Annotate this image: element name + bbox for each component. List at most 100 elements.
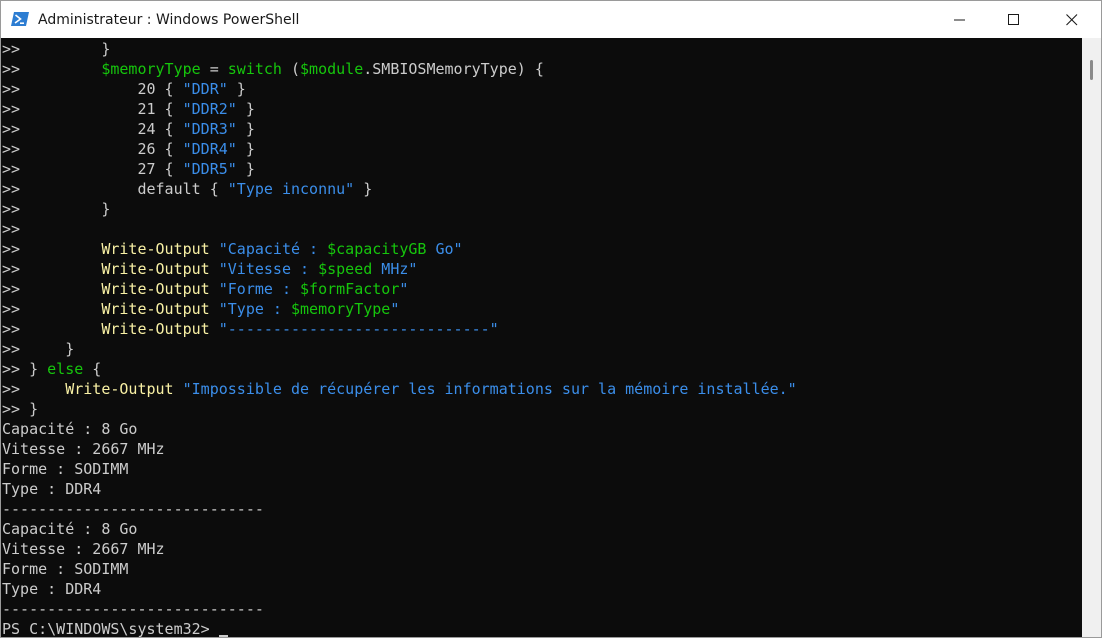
console-token: $speed [318,260,373,278]
console-token [210,260,219,278]
console-token: >> [2,240,102,258]
scrollbar-thumb[interactable] [1090,60,1093,80]
console-token: } [354,180,373,198]
maximize-button[interactable] [985,1,1043,38]
console-line: Capacité : 8 Go [2,519,137,539]
console-token: >> } [2,340,75,358]
console-token [210,280,219,298]
console-token: >> 26 { [2,140,183,158]
console-token: "Type : [218,300,291,318]
console-token: = [200,60,228,78]
console-line: Vitesse : 2667 MHz [2,439,165,459]
minimize-button[interactable] [931,1,989,38]
console-token: >> [2,320,102,338]
console-line: >> 20 { "DDR" } [2,79,246,99]
console-token: Write-Output [65,380,174,398]
console-output[interactable]: >> } >> $memoryType = switch ($module.SMB… [1,38,1082,638]
console-token [210,300,219,318]
console-token: >> } [2,360,48,378]
console-line: >> } [2,399,38,419]
console-line: >> } else { [2,359,101,379]
console-token: else [47,360,84,378]
console-token: "DDR4" [182,140,237,158]
console-line: ----------------------------- [2,599,264,619]
console-token: >> [2,60,102,78]
console-line: Vitesse : 2667 MHz [2,539,165,559]
console-line: >> } [2,199,110,219]
console-token: MHz" [372,260,418,278]
vertical-scrollbar[interactable] [1082,38,1101,637]
text-cursor [218,635,228,637]
console-token: "Impossible de récupérer les information… [182,380,797,398]
console-line: >> Write-Output "-----------------------… [2,319,499,339]
console-line: >> } [2,339,74,359]
console-token: switch [227,60,282,78]
console-token: "Vitesse : [218,260,319,278]
console-token: "DDR3" [182,120,237,138]
console-token: $capacityGB [327,240,427,258]
console-token: Vitesse : 2667 MHz [2,540,165,558]
console-token: Go" [426,240,463,258]
console-token: } [236,100,255,118]
console-token: $formFactor [300,280,400,298]
window-title: Administrateur : Windows PowerShell [38,12,300,28]
console-token: " [399,280,409,298]
console-token: $memoryType [291,300,391,318]
prompt-text: PS C:\WINDOWS\system32> [2,620,219,638]
console-token: Write-Output [101,260,210,278]
console-token: >> [2,300,102,318]
console-token [174,380,183,398]
console-token: .SMBIOSMemoryType) { [363,60,544,78]
console-token: "Type inconnu" [227,180,355,198]
console-token: } [236,140,255,158]
console-token: >> } [2,200,111,218]
title-bar[interactable]: Administrateur : Windows PowerShell [1,1,1101,38]
console-token: Write-Output [101,320,210,338]
console-token: >> [2,280,102,298]
console-token: } [236,160,255,178]
console-line: >> Write-Output "Vitesse : $speed MHz" [2,259,417,279]
console-token: } [236,120,255,138]
console-token [210,240,219,258]
console-line: Capacité : 8 Go [2,419,137,439]
console-token: >> [2,380,66,398]
console-token: Type : DDR4 [2,580,102,598]
prompt-line[interactable]: PS C:\WINDOWS\system32> [2,619,228,638]
console-line: >> [2,219,20,239]
console-line: Type : DDR4 [2,579,101,599]
console-line: Type : DDR4 [2,479,101,499]
console-token: "-----------------------------" [218,320,499,338]
console-token: "DDR5" [182,160,237,178]
console-token: ( [281,60,301,78]
console-token: } [227,80,246,98]
console-token: >> 21 { [2,100,183,118]
console-token: Forme : SODIMM [2,560,129,578]
console-token: "DDR" [182,80,228,98]
console-token: Type : DDR4 [2,480,102,498]
console-token: Capacité : 8 Go [2,420,138,438]
console-token: { [83,360,102,378]
console-token: "DDR2" [182,100,237,118]
close-button[interactable] [1043,1,1101,38]
console-token: Vitesse : 2667 MHz [2,440,165,458]
close-icon [1066,14,1078,26]
console-line: >> 27 { "DDR5" } [2,159,255,179]
console-token: Forme : SODIMM [2,460,129,478]
console-line: >> Write-Output "Impossible de récupérer… [2,379,797,399]
console-token: >> 20 { [2,80,183,98]
maximize-icon [1008,14,1019,25]
console-token: $memoryType [101,60,201,78]
console-token: ----------------------------- [2,600,264,618]
powershell-window: Administrateur : Windows PowerShell >> }… [0,0,1102,638]
console-line: >> 21 { "DDR2" } [2,99,255,119]
console-line: >> $memoryType = switch ($module.SMBIOSM… [2,59,544,79]
console-token [210,320,219,338]
console-line: >> 26 { "DDR4" } [2,139,255,159]
console-line: >> Write-Output "Capacité : $capacityGB … [2,239,463,259]
console-token: >> 24 { [2,120,183,138]
console-token: Write-Output [101,300,210,318]
console-token: ----------------------------- [2,500,264,518]
console-token: Write-Output [101,240,210,258]
console-line: Forme : SODIMM [2,559,128,579]
console-token: >> 27 { [2,160,183,178]
